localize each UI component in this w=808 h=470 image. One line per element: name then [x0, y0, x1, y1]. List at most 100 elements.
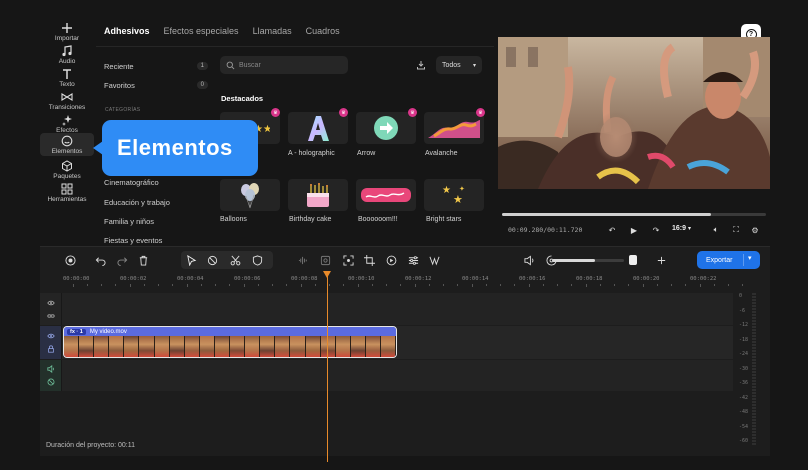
sticker-card-boooooom[interactable] — [356, 179, 416, 211]
crown-icon: ♛ — [339, 108, 348, 117]
tab-efectos-especiales[interactable]: Efectos especiales — [164, 26, 239, 36]
sticker-card-a-holographic[interactable] — [288, 112, 348, 144]
tab-adhesivos[interactable]: Adhesivos — [104, 26, 150, 36]
sticker-card-bright-stars[interactable]: ★ ★ ✦ — [424, 179, 484, 211]
redo-icon[interactable] — [116, 254, 128, 266]
category-item[interactable]: Cinematográfico — [104, 178, 159, 187]
rail-elementos[interactable]: Elementos — [40, 133, 94, 156]
rail-label: Efectos — [56, 127, 78, 134]
ruler-tick — [714, 284, 715, 286]
category-item[interactable]: Fiestas y eventos — [104, 236, 162, 245]
export-button[interactable]: Exportar ▾ — [697, 251, 760, 269]
birthday-cake-icon — [307, 183, 329, 207]
zoom-slider[interactable] — [552, 259, 624, 262]
eye-icon[interactable] — [46, 332, 55, 340]
arrow-sticker-icon — [374, 116, 398, 140]
trash-icon[interactable] — [137, 254, 149, 266]
category-item[interactable]: Familia y niños — [104, 217, 154, 226]
timeline-ruler[interactable]: 00:00:00 00:00:02 00:00:04 00:00:06 00:00:08… — [63, 273, 743, 287]
preview-progress-bar[interactable] — [502, 213, 766, 216]
sticker-card-arrow[interactable] — [356, 112, 416, 144]
clip-thumbnail-frame — [365, 336, 381, 357]
volume-icon[interactable] — [46, 365, 55, 373]
sparkle-icon — [62, 115, 72, 126]
ruler-tick-label: 00:00:20 — [633, 276, 660, 282]
filter-value: Todos — [442, 61, 461, 69]
tab-cuadros[interactable]: Cuadros — [306, 26, 340, 36]
fullscreen-icon[interactable]: ⛶ — [730, 224, 742, 236]
ruler-tick — [600, 284, 601, 286]
clip-thumbnail-frame — [154, 336, 170, 357]
sticker-label: Avalanche — [425, 150, 458, 157]
select-cursor-icon[interactable] — [185, 254, 197, 266]
ruler-tick — [557, 284, 558, 286]
chevron-down-icon[interactable]: ▾ — [748, 254, 752, 262]
fx-badge[interactable]: fx · 1 — [67, 328, 86, 335]
focus-icon[interactable] — [342, 254, 354, 266]
rail-label: Transiciones — [48, 104, 86, 111]
audio-track[interactable] — [62, 360, 733, 391]
eye-icon[interactable] — [46, 299, 55, 307]
settings-gear-icon[interactable]: ⚙ — [749, 224, 761, 236]
clip-thumbnail-frame — [94, 336, 110, 357]
crown-icon: ♛ — [271, 108, 280, 117]
category-count: 0 — [196, 81, 208, 89]
track-header-video — [40, 326, 62, 359]
ruler-tick — [657, 284, 658, 286]
shield-icon[interactable] — [251, 254, 263, 266]
unlink-icon[interactable] — [47, 378, 55, 386]
adjust-sliders-icon[interactable] — [407, 254, 419, 266]
sticker-card-birthday-cake[interactable] — [288, 179, 348, 211]
link-icon[interactable] — [46, 312, 55, 320]
record-icon[interactable] — [64, 254, 76, 266]
meter-label: -60 — [739, 438, 749, 444]
redo-arrow-icon[interactable]: ↷ — [650, 224, 662, 236]
disable-icon[interactable] — [206, 254, 218, 266]
rail-label: Elementos — [51, 148, 83, 155]
export-label: Exportar — [706, 256, 733, 264]
freeze-frame-icon[interactable] — [319, 254, 331, 266]
lock-icon[interactable] — [47, 345, 55, 353]
search-input[interactable]: Buscar — [220, 56, 348, 74]
rail-herramientas[interactable]: Herramientas — [40, 179, 94, 223]
ruler-tick — [286, 284, 287, 286]
svg-text:✦: ✦ — [459, 185, 465, 193]
zoom-in-icon[interactable] — [655, 254, 667, 266]
overlay-track[interactable] — [62, 293, 733, 325]
tab-llamadas[interactable]: Llamadas — [253, 26, 292, 36]
magic-wand-icon[interactable] — [428, 254, 440, 266]
speed-icon[interactable] — [385, 254, 397, 266]
ruler-tick — [700, 284, 701, 287]
category-favoritos[interactable]: Favoritos 0 — [104, 78, 208, 92]
ruler-tick — [258, 284, 259, 286]
ruler-tick-label: 00:00:10 — [348, 276, 375, 282]
scissors-icon[interactable] — [229, 254, 241, 266]
play-icon[interactable]: ▶ — [628, 224, 640, 236]
speaker-icon[interactable] — [523, 254, 535, 266]
undo-arrow-icon[interactable]: ↶ — [606, 224, 618, 236]
sticker-card-avalanche[interactable] — [424, 112, 484, 144]
undo-icon[interactable] — [94, 254, 106, 266]
audio-wave-icon[interactable] — [297, 254, 309, 266]
ruler-tick — [272, 284, 273, 286]
filter-dropdown[interactable]: Todos ▾ — [436, 56, 482, 74]
rail-label: Audio — [58, 58, 76, 65]
category-reciente[interactable]: Reciente 1 — [104, 59, 208, 73]
aspect-ratio-dropdown[interactable]: 16:9 ▾ — [672, 225, 691, 232]
meter-label: -30 — [739, 365, 749, 372]
video-clip[interactable]: fx · 1 My video.mov — [63, 326, 397, 358]
clip-thumbnail-frame — [335, 336, 351, 357]
crop-icon[interactable] — [363, 254, 375, 266]
sticker-card-balloons[interactable] — [220, 179, 280, 211]
chevron-down-icon: ▾ — [472, 62, 476, 69]
playhead[interactable] — [327, 274, 328, 462]
bright-stars-icon: ★★✦ — [442, 185, 465, 206]
volume-icon[interactable]: 🔈︎ — [710, 224, 722, 236]
zoom-slider-handle[interactable] — [629, 255, 637, 265]
category-item[interactable]: Educación y trabajo — [104, 198, 170, 207]
download-icon[interactable] — [416, 60, 426, 70]
ruler-tick — [586, 284, 587, 287]
clip-thumbnail-frame — [184, 336, 200, 357]
avalanche-sticker-icon — [428, 120, 480, 138]
crown-icon: ♛ — [476, 108, 485, 117]
